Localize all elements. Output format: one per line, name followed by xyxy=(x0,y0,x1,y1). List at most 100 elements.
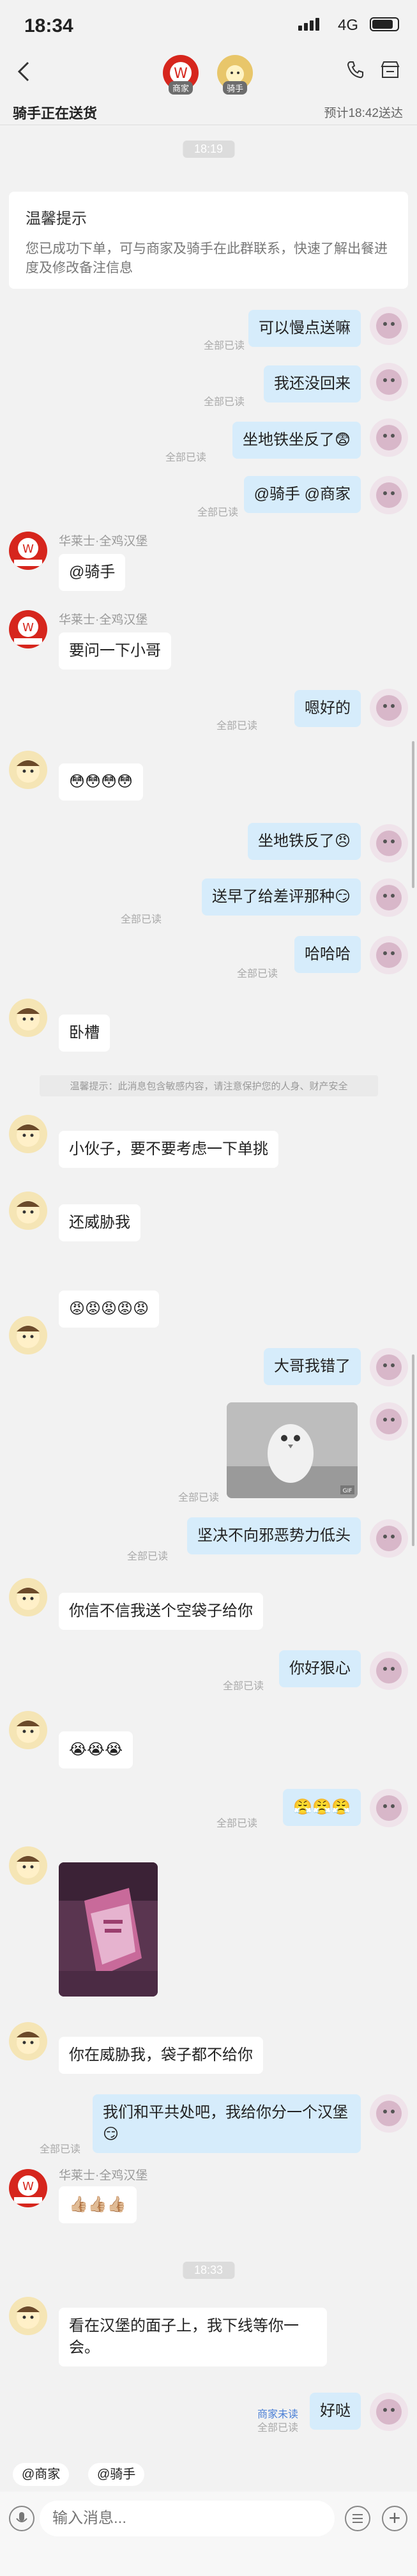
message-bubble-me[interactable]: 我还没回来 xyxy=(264,365,361,402)
message-input[interactable] xyxy=(40,2501,335,2536)
rider-avatar[interactable]: 骑手 xyxy=(217,55,253,95)
merchant-chat-avatar[interactable]: W xyxy=(9,610,47,648)
sender-name: 华莱士·全鸡汉堡 xyxy=(59,613,148,627)
sender-name: 华莱士·全鸡汉堡 xyxy=(59,2169,148,2182)
rider-chat-avatar[interactable] xyxy=(9,1115,47,1153)
read-status: 全部已读 xyxy=(203,341,245,351)
read-status: 全部已读 xyxy=(222,1681,264,1692)
user-avatar[interactable] xyxy=(370,1402,408,1441)
merchant-chat-avatar[interactable]: W xyxy=(9,532,47,570)
signal-icon xyxy=(298,18,321,31)
timestamp: 18:19 xyxy=(182,141,235,158)
rider-chat-avatar[interactable] xyxy=(9,2297,47,2335)
message-bubble-me[interactable]: 坐地铁坐反了😨 xyxy=(232,422,361,459)
notice-title: 温馨提示 xyxy=(26,210,87,227)
gif-badge: GIF xyxy=(343,1488,353,1494)
message-bubble-me[interactable]: 坐地铁反了😠 xyxy=(247,823,361,860)
read-status: 全部已读 xyxy=(236,969,278,979)
user-avatar[interactable] xyxy=(370,363,408,401)
message-bubble-other[interactable]: 😳😳😳😳 xyxy=(59,763,144,801)
message-bubble-me[interactable]: 大哥我错了 xyxy=(264,1348,361,1385)
notice-card: 温馨提示 您已成功下单，可与商家及骑手在此群联系，快速了解出餐进度及修改备注信息 xyxy=(9,192,408,289)
battery-icon xyxy=(370,17,399,31)
read-status: 全部已读 xyxy=(216,1818,257,1829)
user-avatar[interactable] xyxy=(370,1519,408,1558)
rider-chat-avatar[interactable] xyxy=(9,2022,47,2060)
message-bubble-other[interactable]: 😡😡😡😡😡 xyxy=(59,1291,160,1328)
user-avatar[interactable] xyxy=(370,2393,408,2431)
quick-reply-icon[interactable] xyxy=(345,2506,370,2531)
rider-tag: 骑手 xyxy=(222,81,248,95)
read-status: 全部已读 xyxy=(40,2144,81,2155)
message-bubble-me[interactable]: 你好狠心 xyxy=(279,1650,361,1687)
message-bubble-me[interactable]: 好哒 xyxy=(310,2393,361,2430)
eta-label: 预计18:42送达 xyxy=(324,107,403,120)
nav-bar: W 商家 骑手 xyxy=(0,51,417,99)
message-bubble-other[interactable]: 卧槽 xyxy=(59,1015,110,1052)
message-bubble-other[interactable]: @骑手 xyxy=(59,554,126,591)
input-bar: + xyxy=(0,2492,417,2576)
svg-text:W: W xyxy=(22,542,34,556)
read-status: 全部已读 xyxy=(126,1551,168,1562)
message-bubble-me[interactable]: 送早了给差评那种😏 xyxy=(201,878,361,916)
rider-chat-avatar[interactable] xyxy=(9,751,47,789)
notice-body: 您已成功下单，可与商家及骑手在此群联系，快速了解出餐进度及修改备注信息 xyxy=(26,241,388,275)
rider-chat-avatar[interactable] xyxy=(9,1316,47,1354)
user-avatar[interactable] xyxy=(370,1348,408,1386)
user-avatar[interactable] xyxy=(370,878,408,917)
read-status: 全部已读 xyxy=(165,452,206,463)
rider-chat-avatar[interactable] xyxy=(9,1578,47,1616)
rider-chat-avatar[interactable] xyxy=(9,999,47,1037)
read-status: 全部已读 xyxy=(203,397,245,408)
merchant-avatar[interactable]: W 商家 xyxy=(163,55,199,95)
phone-icon[interactable] xyxy=(345,60,365,82)
clock: 18:34 xyxy=(24,15,73,36)
message-bubble-me[interactable]: @骑手 @商家 xyxy=(243,476,361,513)
message-bubble-me[interactable]: 我们和平共处吧，我给你分一个汉堡😏 xyxy=(93,2094,361,2153)
mention-merchant-chip[interactable]: @商家 xyxy=(13,2463,70,2486)
read-status: 全部已读 xyxy=(197,507,238,518)
read-status: 全部已读 xyxy=(216,721,257,732)
user-avatar[interactable] xyxy=(370,1652,408,1690)
user-avatar[interactable] xyxy=(370,689,408,727)
message-bubble-other[interactable]: 你在威胁我，袋子都不给你 xyxy=(59,2037,263,2074)
svg-text:W: W xyxy=(174,66,188,82)
microphone-icon[interactable] xyxy=(9,2506,34,2531)
status-bar: 18:34 4G xyxy=(0,0,417,51)
back-icon[interactable] xyxy=(15,59,31,91)
message-bubble-other[interactable]: 要问一下小哥 xyxy=(59,632,171,670)
message-bubble-me[interactable]: 可以慢点送嘛 xyxy=(248,310,361,347)
message-bubble-other[interactable]: 小伙子，要不要考虑一下单挑 xyxy=(59,1131,278,1168)
scrollbar[interactable] xyxy=(412,741,414,888)
store-icon[interactable] xyxy=(380,60,400,82)
message-bubble-me[interactable]: 哈哈哈 xyxy=(294,936,361,973)
scrollbar[interactable] xyxy=(412,1354,414,1546)
add-icon[interactable]: + xyxy=(382,2506,407,2531)
rider-chat-avatar[interactable] xyxy=(9,1711,47,1749)
message-bubble-other[interactable]: 👍🏼👍🏼👍🏼 xyxy=(59,2186,137,2223)
message-bubble-other[interactable]: 你信不信我送个空袋子给你 xyxy=(59,1593,263,1630)
merchant-tag: 商家 xyxy=(168,81,193,95)
sticker-image[interactable]: GIF xyxy=(227,1402,358,1498)
message-bubble-me[interactable]: 坚决不向邪恶势力低头 xyxy=(187,1517,361,1554)
mention-rider-chip[interactable]: @骑手 xyxy=(88,2463,145,2486)
rider-chat-avatar[interactable] xyxy=(9,1846,47,1885)
user-avatar[interactable] xyxy=(370,307,408,345)
sender-name: 华莱士·全鸡汉堡 xyxy=(59,535,148,548)
message-bubble-me[interactable]: 😤😤😤 xyxy=(283,1789,361,1826)
photo-image[interactable] xyxy=(59,1862,158,1997)
read-status: 全部已读 xyxy=(178,1492,219,1503)
merchant-chat-avatar[interactable]: W xyxy=(9,2169,47,2207)
user-avatar[interactable] xyxy=(370,824,408,862)
message-bubble-other[interactable]: 还威胁我 xyxy=(59,1204,140,1241)
message-bubble-other[interactable]: 😭😭😭 xyxy=(59,1731,133,1768)
user-avatar[interactable] xyxy=(370,2094,408,2133)
message-bubble-other[interactable]: 看在汉堡的面子上，我下线等你一会。 xyxy=(59,2308,327,2366)
user-avatar[interactable] xyxy=(370,936,408,974)
rider-chat-avatar[interactable] xyxy=(9,1192,47,1230)
user-avatar[interactable] xyxy=(370,418,408,457)
delivery-status-bar: 骑手正在送货 预计18:42送达 xyxy=(0,96,417,125)
user-avatar[interactable] xyxy=(370,476,408,514)
message-bubble-me[interactable]: 嗯好的 xyxy=(294,690,361,727)
user-avatar[interactable] xyxy=(370,1789,408,1827)
